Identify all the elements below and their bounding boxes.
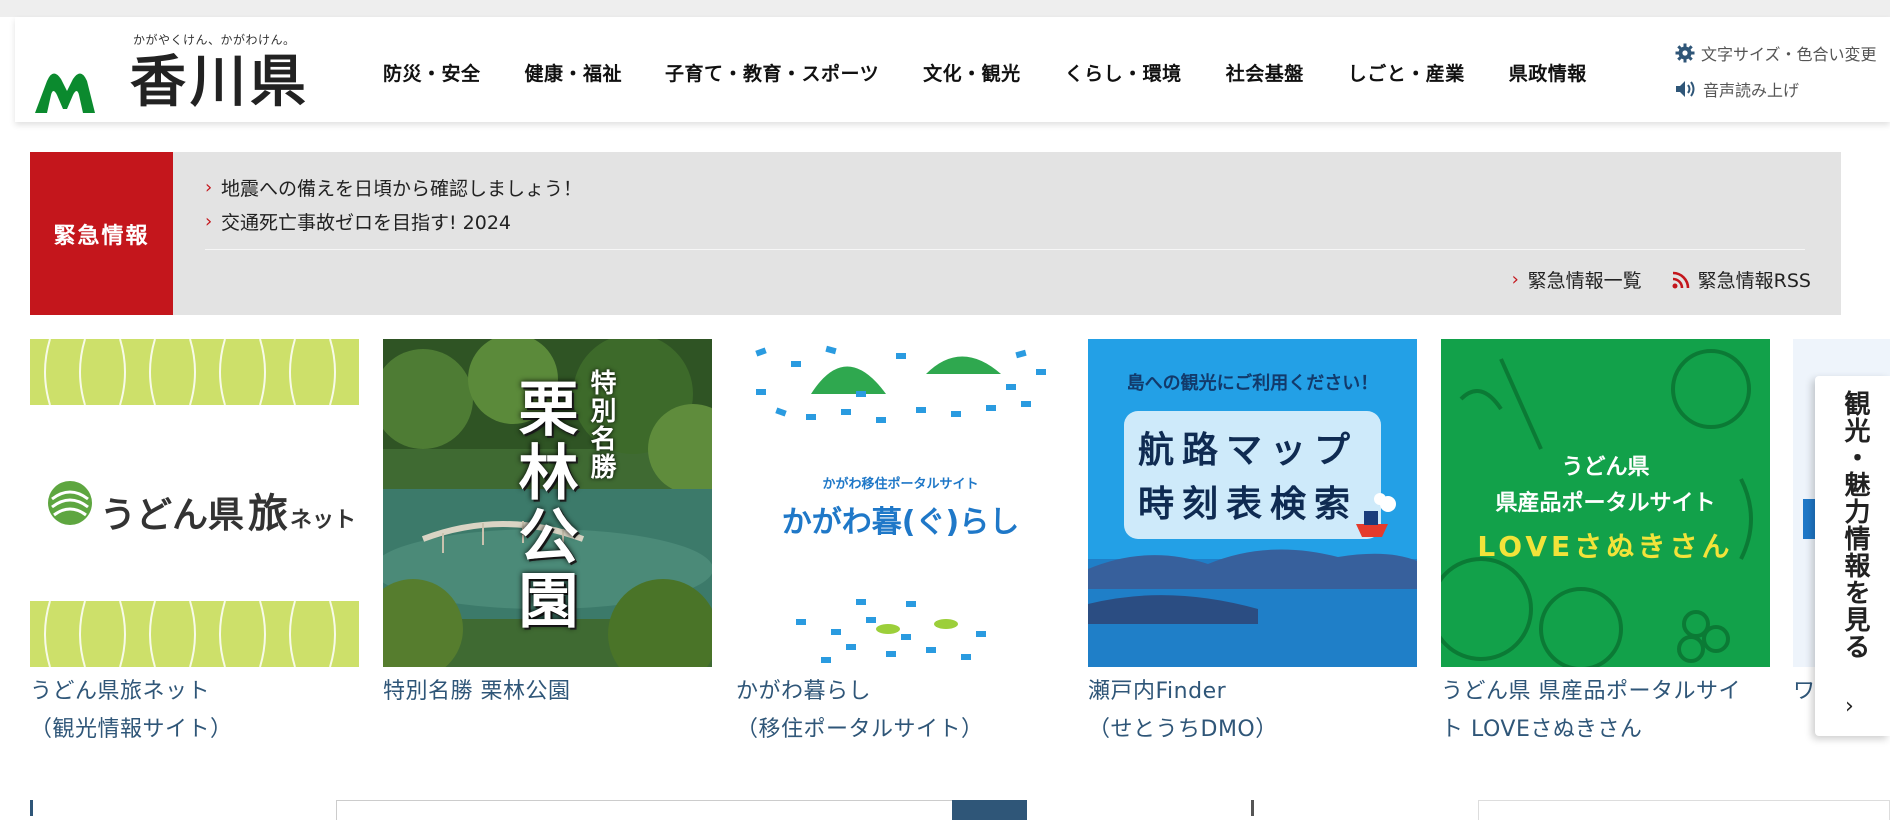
emergency-list: › 地震への備えを日頃から確認しましょう！ › 交通死亡事故ゼロを目指す! 20… xyxy=(205,170,582,238)
read-aloud-link[interactable]: 音声読み上げ xyxy=(1675,77,1877,101)
site-header: かがやくけん、かがわけん。 香川県 防災・安全 健康・福祉 子育て・教育・スポー… xyxy=(15,17,1890,122)
emergency-rss-link[interactable]: 緊急情報RSS xyxy=(1672,266,1811,293)
banner-image: 特別名勝 栗林公園 xyxy=(383,339,712,667)
nav-kensei[interactable]: 県政情報 xyxy=(1509,59,1587,86)
section-heading-bar xyxy=(30,800,33,816)
speaker-icon xyxy=(1676,81,1695,97)
banner-caption: 瀬戸内Finder （せとうちDMO） xyxy=(1088,679,1278,742)
banner-setouchi-finder[interactable]: 島への観光にご利用ください！ 航路マップ 時刻表検索 瀬戸内Finder （せと… xyxy=(1088,339,1417,749)
nav-kurashi[interactable]: くらし・環境 xyxy=(1065,59,1182,86)
chevron-right-icon: › xyxy=(1845,694,1854,719)
logo-name: 香川県 xyxy=(130,50,310,115)
top-strip xyxy=(0,0,1890,17)
nav-shigoto[interactable]: しごと・産業 xyxy=(1348,59,1465,86)
banner-image: かがわ移住ポータルサイト かがわ暮(ぐ)らし xyxy=(736,339,1065,667)
udon-tabinet-logo: うどん県 旅ネット xyxy=(100,491,357,537)
nav-bousai[interactable]: 防災・安全 xyxy=(383,59,481,86)
emergency-list-label: 緊急情報一覧 xyxy=(1527,270,1642,292)
banner-caption: うどん県 県産品ポータルサイ ト LOVEさぬきさん xyxy=(1441,679,1741,742)
chevron-right-icon: › xyxy=(205,210,213,232)
site-logo[interactable]: かがやくけん、かがわけん。 香川県 xyxy=(33,25,306,119)
tourism-side-tab[interactable]: 観光・魅力情報を見る › xyxy=(1815,376,1890,736)
emergency-label: 緊急情報 xyxy=(30,152,173,315)
global-nav: 防災・安全 健康・福祉 子育て・教育・スポーツ 文化・観光 くらし・環境 社会基… xyxy=(383,59,1631,86)
banner-image: うどん県 旅ネット xyxy=(30,339,359,667)
logo-tagline: かがやくけん、かがわけん。 xyxy=(133,33,296,47)
chevron-right-icon: › xyxy=(1511,269,1519,290)
emergency-rss-label: 緊急情報RSS xyxy=(1697,270,1811,292)
banner-caption: うどん県旅ネット （観光情報サイト） xyxy=(30,679,233,742)
nav-kosodate[interactable]: 子育て・教育・スポーツ xyxy=(665,59,879,86)
emergency-links: › 緊急情報一覧 緊急情報RSS xyxy=(1482,266,1811,293)
text-size-label: 文字サイズ・色合い変更 xyxy=(1701,45,1877,64)
search-button[interactable] xyxy=(952,800,1027,820)
content-box xyxy=(1478,800,1890,820)
chevron-right-icon: › xyxy=(205,176,213,198)
emergency-item-text: 交通死亡事故ゼロを目指す! 2024 xyxy=(221,211,512,234)
side-tab-label: 観光・魅力情報を見る xyxy=(1840,390,1870,660)
nav-bunka[interactable]: 文化・観光 xyxy=(923,59,1021,86)
emergency-item[interactable]: › 交通死亡事故ゼロを目指す! 2024 xyxy=(205,204,582,238)
nav-kenkou[interactable]: 健康・福祉 xyxy=(525,59,623,86)
text-size-link[interactable]: 文字サイズ・色合い変更 xyxy=(1675,41,1877,65)
utility-links: 文字サイズ・色合い変更 音声読み上げ xyxy=(1675,41,1877,113)
section-heading-bar xyxy=(1251,800,1254,816)
banner-caption: かがわ暮らし （移住ポータルサイト） xyxy=(736,679,984,742)
banner-ritsurin[interactable]: 特別名勝 栗林公園 特別名勝 栗林公園 xyxy=(383,339,712,711)
banner-love-sanuki[interactable]: うどん県 県産品ポータルサイト LOVEさぬきさん うどん県 県産品ポータルサイ… xyxy=(1441,339,1770,749)
rss-icon xyxy=(1672,271,1689,288)
banner-image: 島への観光にご利用ください！ 航路マップ 時刻表検索 xyxy=(1088,339,1417,667)
banner-caption: 特別名勝 栗林公園 xyxy=(383,679,571,704)
emergency-list-link[interactable]: › 緊急情報一覧 xyxy=(1512,266,1642,293)
emergency-item-text: 地震への備えを日頃から確認しましょう！ xyxy=(221,177,583,200)
kagawa-emblem-icon xyxy=(35,73,95,113)
banner-udon-tabinet[interactable]: うどん県 旅ネット うどん県旅ネット （観光情報サイト） xyxy=(30,339,359,749)
divider xyxy=(205,249,1805,250)
banner-kagawa-gurashi[interactable]: かがわ移住ポータルサイト かがわ暮(ぐ)らし かがわ暮らし （移住ポータルサイト… xyxy=(736,339,1065,749)
banner-image: うどん県 県産品ポータルサイト LOVEさぬきさん xyxy=(1441,339,1770,667)
nav-shakai[interactable]: 社会基盤 xyxy=(1226,59,1304,86)
emergency-item[interactable]: › 地震への備えを日頃から確認しましょう！ xyxy=(205,170,582,204)
read-aloud-label: 音声読み上げ xyxy=(1703,81,1800,100)
search-input[interactable] xyxy=(336,800,954,820)
emergency-info: 緊急情報 › 地震への備えを日頃から確認しましょう！ › 交通死亡事故ゼロを目指… xyxy=(30,152,1841,315)
gear-icon xyxy=(1675,43,1695,63)
